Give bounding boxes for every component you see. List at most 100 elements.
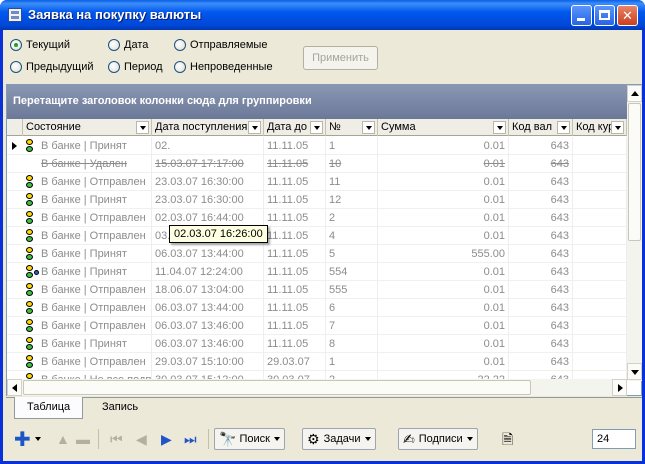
header-rate-code[interactable]: Код кур [573,119,627,136]
tab-table[interactable]: Таблица [14,397,84,419]
minimize-button[interactable] [571,5,592,26]
cell-rate-code [573,263,627,281]
header-date-to[interactable]: Дата до [264,119,326,136]
radio-period[interactable]: Период [108,61,163,73]
row-indicator[interactable] [7,173,23,191]
tab-record[interactable]: Запись [90,397,150,419]
cell-status: В банке | Отправлен [23,173,152,191]
table-row[interactable]: В банке | Отправлен 29.03.07 15:10:00 29.0… [7,353,627,371]
delete-button[interactable]: ▬ [76,428,90,450]
row-indicator[interactable] [7,353,23,371]
radio-previous[interactable]: Предыдущий [10,61,93,73]
status-lamp-icon [26,337,34,351]
dropdown-arrow-icon[interactable] [611,121,624,134]
cell-status: В банке | Отправлен [23,299,152,317]
table-row[interactable]: В банке | Не все подп30.03.07 15:12:0030… [7,371,627,379]
status-lamp-icon [26,265,34,279]
row-indicator[interactable] [7,335,23,353]
row-indicator[interactable] [7,245,23,263]
row-indicator[interactable] [7,317,23,335]
scroll-down-icon[interactable] [627,363,642,380]
dropdown-arrow-icon[interactable] [362,121,375,134]
header-number[interactable]: № [326,119,378,136]
group-by-panel[interactable]: Перетащите заголовок колонки сюда для гр… [7,85,627,119]
cell-amount: 0.01 [378,173,509,191]
cell-receipt-date: 06.03.07 13:44:00 [152,299,264,317]
radio-current[interactable]: Текущий [10,39,70,51]
radio-date[interactable]: Дата [108,39,148,51]
table-row[interactable]: В банке | Принят 11.04.07 12:24:00 11.11.0… [7,263,627,281]
cell-rate-code [573,209,627,227]
vertical-scrollbar[interactable] [627,85,642,381]
radio-unchecked-icon [10,61,22,73]
radio-outgoing[interactable]: Отправляемые [174,39,267,51]
last-record-button[interactable]: ⏭ [184,428,197,450]
cell-number: 555 [326,281,378,299]
horizontal-scrollbar[interactable] [7,379,627,396]
cell-currency-code: 643 [509,281,573,299]
cell-status: В банке | Отправлен [23,317,152,335]
cell-amount: 0.01 [378,335,509,353]
add-button[interactable]: ✚ [14,428,41,451]
row-indicator[interactable] [7,209,23,227]
table-row[interactable]: В банке | Принят 02. 11.11.05 1 0.01 643 [7,137,627,155]
header-receipt-date[interactable]: Дата поступления [152,119,264,136]
search-button[interactable]: 🔭 Поиск [214,428,285,450]
table-row[interactable]: В банке | Отправлен 18.06.07 13:04:00 11.1… [7,281,627,299]
header-status[interactable]: Состояние [23,119,152,136]
row-indicator[interactable] [7,263,23,281]
table-row[interactable]: В банке | Принят 06.03.07 13:44:00 11.11.0… [7,245,627,263]
horizontal-scroll-thumb[interactable] [23,380,531,395]
move-up-button[interactable]: ▲ [56,428,70,450]
maximize-button[interactable] [594,5,615,26]
previous-record-button[interactable]: ◀ [136,428,147,450]
close-button[interactable]: ✕ [617,5,638,26]
cell-date-to: 30.03.07 [264,371,326,379]
row-indicator[interactable] [7,155,23,173]
dropdown-arrow-icon[interactable] [493,121,506,134]
plus-icon: ✚ [14,428,31,451]
toolbar-separator [208,429,209,449]
cell-number: 5 [326,245,378,263]
table-row[interactable]: В банке | Отправлен 23.03.07 16:30:00 11.1… [7,173,627,191]
radio-unposted[interactable]: Непроведенные [174,61,273,73]
dropdown-arrow-icon[interactable] [557,121,570,134]
signatures-button[interactable]: ✍ Подписи [398,428,478,450]
table-row[interactable]: В банке | Принят 23.03.07 16:30:00 11.11.0… [7,191,627,209]
row-indicator[interactable] [7,281,23,299]
table-row[interactable]: В банке | Удален 15.03.07 17:17:00 11.11.0… [7,155,627,173]
cell-status: В банке | Отправлен [23,227,152,245]
title-bar[interactable]: Заявка на покупку валюты ✕ [0,0,645,30]
next-record-button[interactable]: ▶ [161,428,172,450]
row-indicator[interactable] [7,227,23,245]
row-indicator[interactable] [7,191,23,209]
table-row[interactable]: В банке | Принят 06.03.07 13:46:00 11.11.0… [7,335,627,353]
table-row[interactable]: В банке | Отправлен03.03.07 12:54:0011.1… [7,227,627,245]
dropdown-arrow-icon[interactable] [248,121,261,134]
scroll-up-icon[interactable] [627,85,642,102]
tasks-button[interactable]: ⚙ Задачи [302,428,376,450]
header-amount[interactable]: Сумма [378,119,509,136]
refresh-button[interactable]: 🗎 [502,428,513,450]
cell-number: 6 [326,299,378,317]
current-row-arrow-icon[interactable] [7,137,23,155]
cell-rate-code [573,227,627,245]
cell-status: В банке | Отправлен [23,281,152,299]
dropdown-arrow-icon[interactable] [136,121,149,134]
table-row[interactable]: В банке | Отправлен 06.03.07 13:46:00 11.1… [7,317,627,335]
scroll-right-icon[interactable] [612,379,627,396]
header-currency-code[interactable]: Код вал [509,119,573,136]
scroll-left-icon[interactable] [7,379,22,396]
cell-rate-code [573,299,627,317]
first-record-button[interactable]: ⏮ [110,428,123,450]
row-indicator[interactable] [7,371,23,379]
row-indicator[interactable] [7,299,23,317]
table-row[interactable]: В банке | Отправлен 06.03.07 13:44:00 11.1… [7,299,627,317]
cell-rate-code [573,245,627,263]
record-count-field: 24 [592,429,636,449]
apply-button[interactable]: Применить [303,46,378,70]
dropdown-arrow-icon[interactable] [310,121,323,134]
vertical-scroll-thumb[interactable] [628,103,641,241]
search-button-label: Поиск [239,433,270,445]
table-row[interactable]: В банке | Отправлен 02.03.07 16:44:00 11.1… [7,209,627,227]
